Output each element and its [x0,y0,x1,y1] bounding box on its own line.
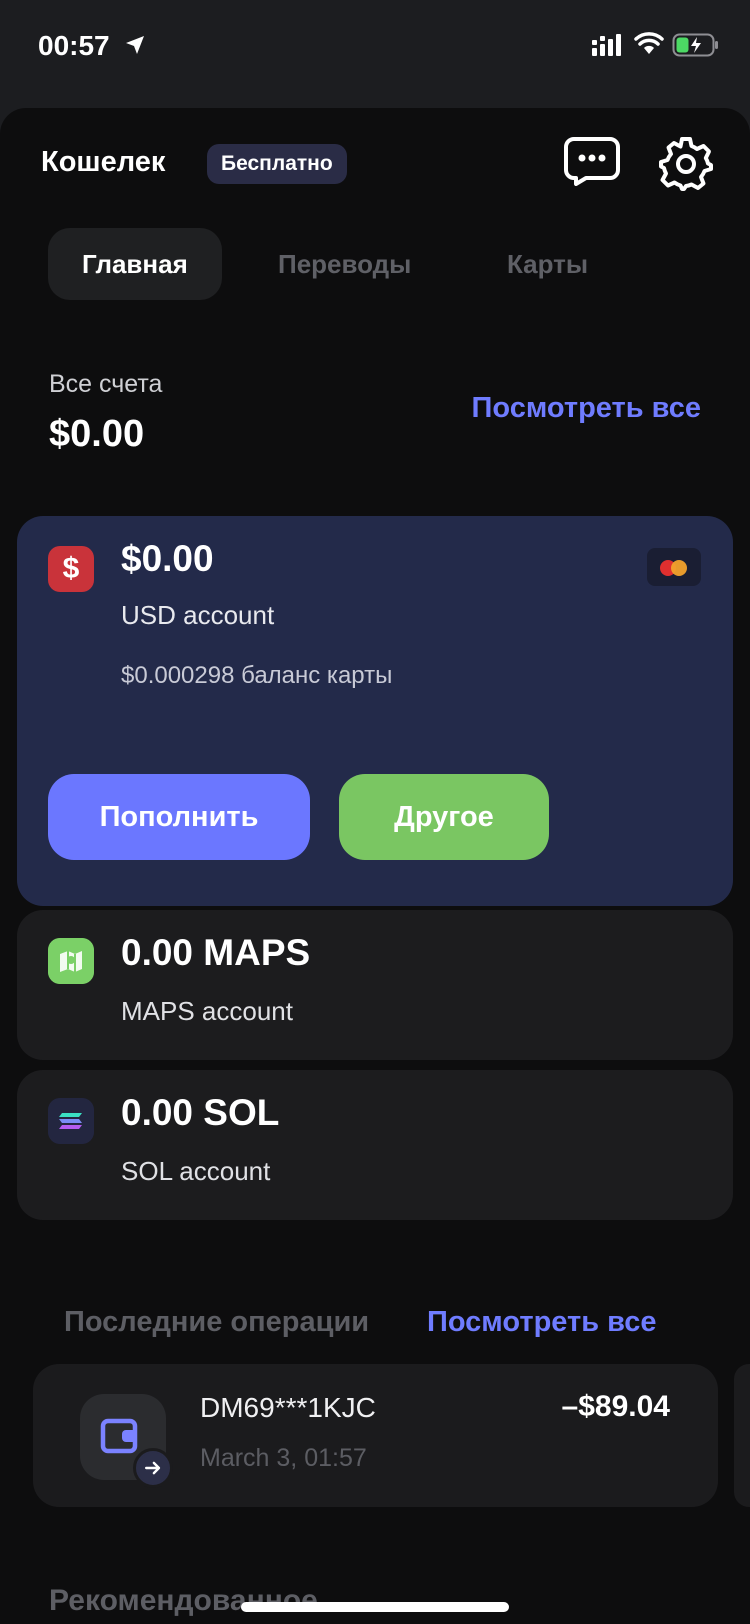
see-all-operations-link[interactable]: Посмотреть все [427,1306,656,1339]
account-name: USD account [121,600,275,630]
tab-transfers[interactable]: Переводы [278,228,411,300]
battery-charging-icon [672,33,718,57]
mastercard-icon [647,548,701,586]
maps-account-card[interactable]: 0.00 MAPS MAPS account [17,910,733,1060]
sol-account-card[interactable]: 0.00 SOL SOL account [17,1070,733,1220]
tab-home[interactable]: Главная [48,228,222,300]
see-all-accounts-link[interactable]: Посмотреть все [472,392,701,425]
topup-button[interactable]: Пополнить [48,774,310,860]
account-amount: 0.00 SOL [121,1092,280,1133]
other-button[interactable]: Другое [339,774,549,860]
wallet-sheet: Кошелек Бесплатно Главная Переводы Карты… [0,108,750,1624]
chat-icon[interactable] [564,136,620,186]
recent-operations-title: Последние операции [64,1306,370,1338]
account-amount: 0.00 MAPS [121,932,311,973]
usd-account-card[interactable]: $ $0.00 USD account $0.000298 баланс кар… [17,516,733,906]
home-indicator[interactable] [241,1602,509,1612]
all-accounts-total: $0.00 [49,413,145,455]
solana-icon [48,1098,94,1144]
page-title: Кошелек [41,146,166,178]
gear-icon[interactable] [658,136,714,192]
tab-cards[interactable]: Карты [507,228,588,300]
wallet-icon [100,1418,138,1454]
arrow-right-icon [133,1448,173,1488]
transaction-row[interactable]: DM69***1KJC March 3, 01:57 –$89.04 [33,1364,718,1507]
account-name: MAPS account [121,996,293,1026]
status-time: 00:57 [38,30,110,61]
plan-badge[interactable]: Бесплатно [207,144,347,184]
account-amount: $0.00 [121,538,214,579]
cellular-signal-icon [592,34,621,56]
card-balance: $0.000298 баланс карты [121,662,393,689]
all-accounts-label: Все счета [49,370,163,398]
status-bar: 00:57 [0,0,750,100]
next-transaction-card-peek[interactable] [734,1364,750,1507]
transaction-name: DM69***1KJC [200,1392,376,1423]
dollar-icon: $ [48,546,94,592]
location-arrow-icon [126,36,144,54]
transaction-date: March 3, 01:57 [200,1444,367,1472]
account-name: SOL account [121,1156,271,1186]
wifi-icon [634,32,664,54]
transaction-amount: –$89.04 [561,1390,670,1423]
maps-icon [48,938,94,984]
recommended-title: Рекомендованное [49,1584,318,1617]
